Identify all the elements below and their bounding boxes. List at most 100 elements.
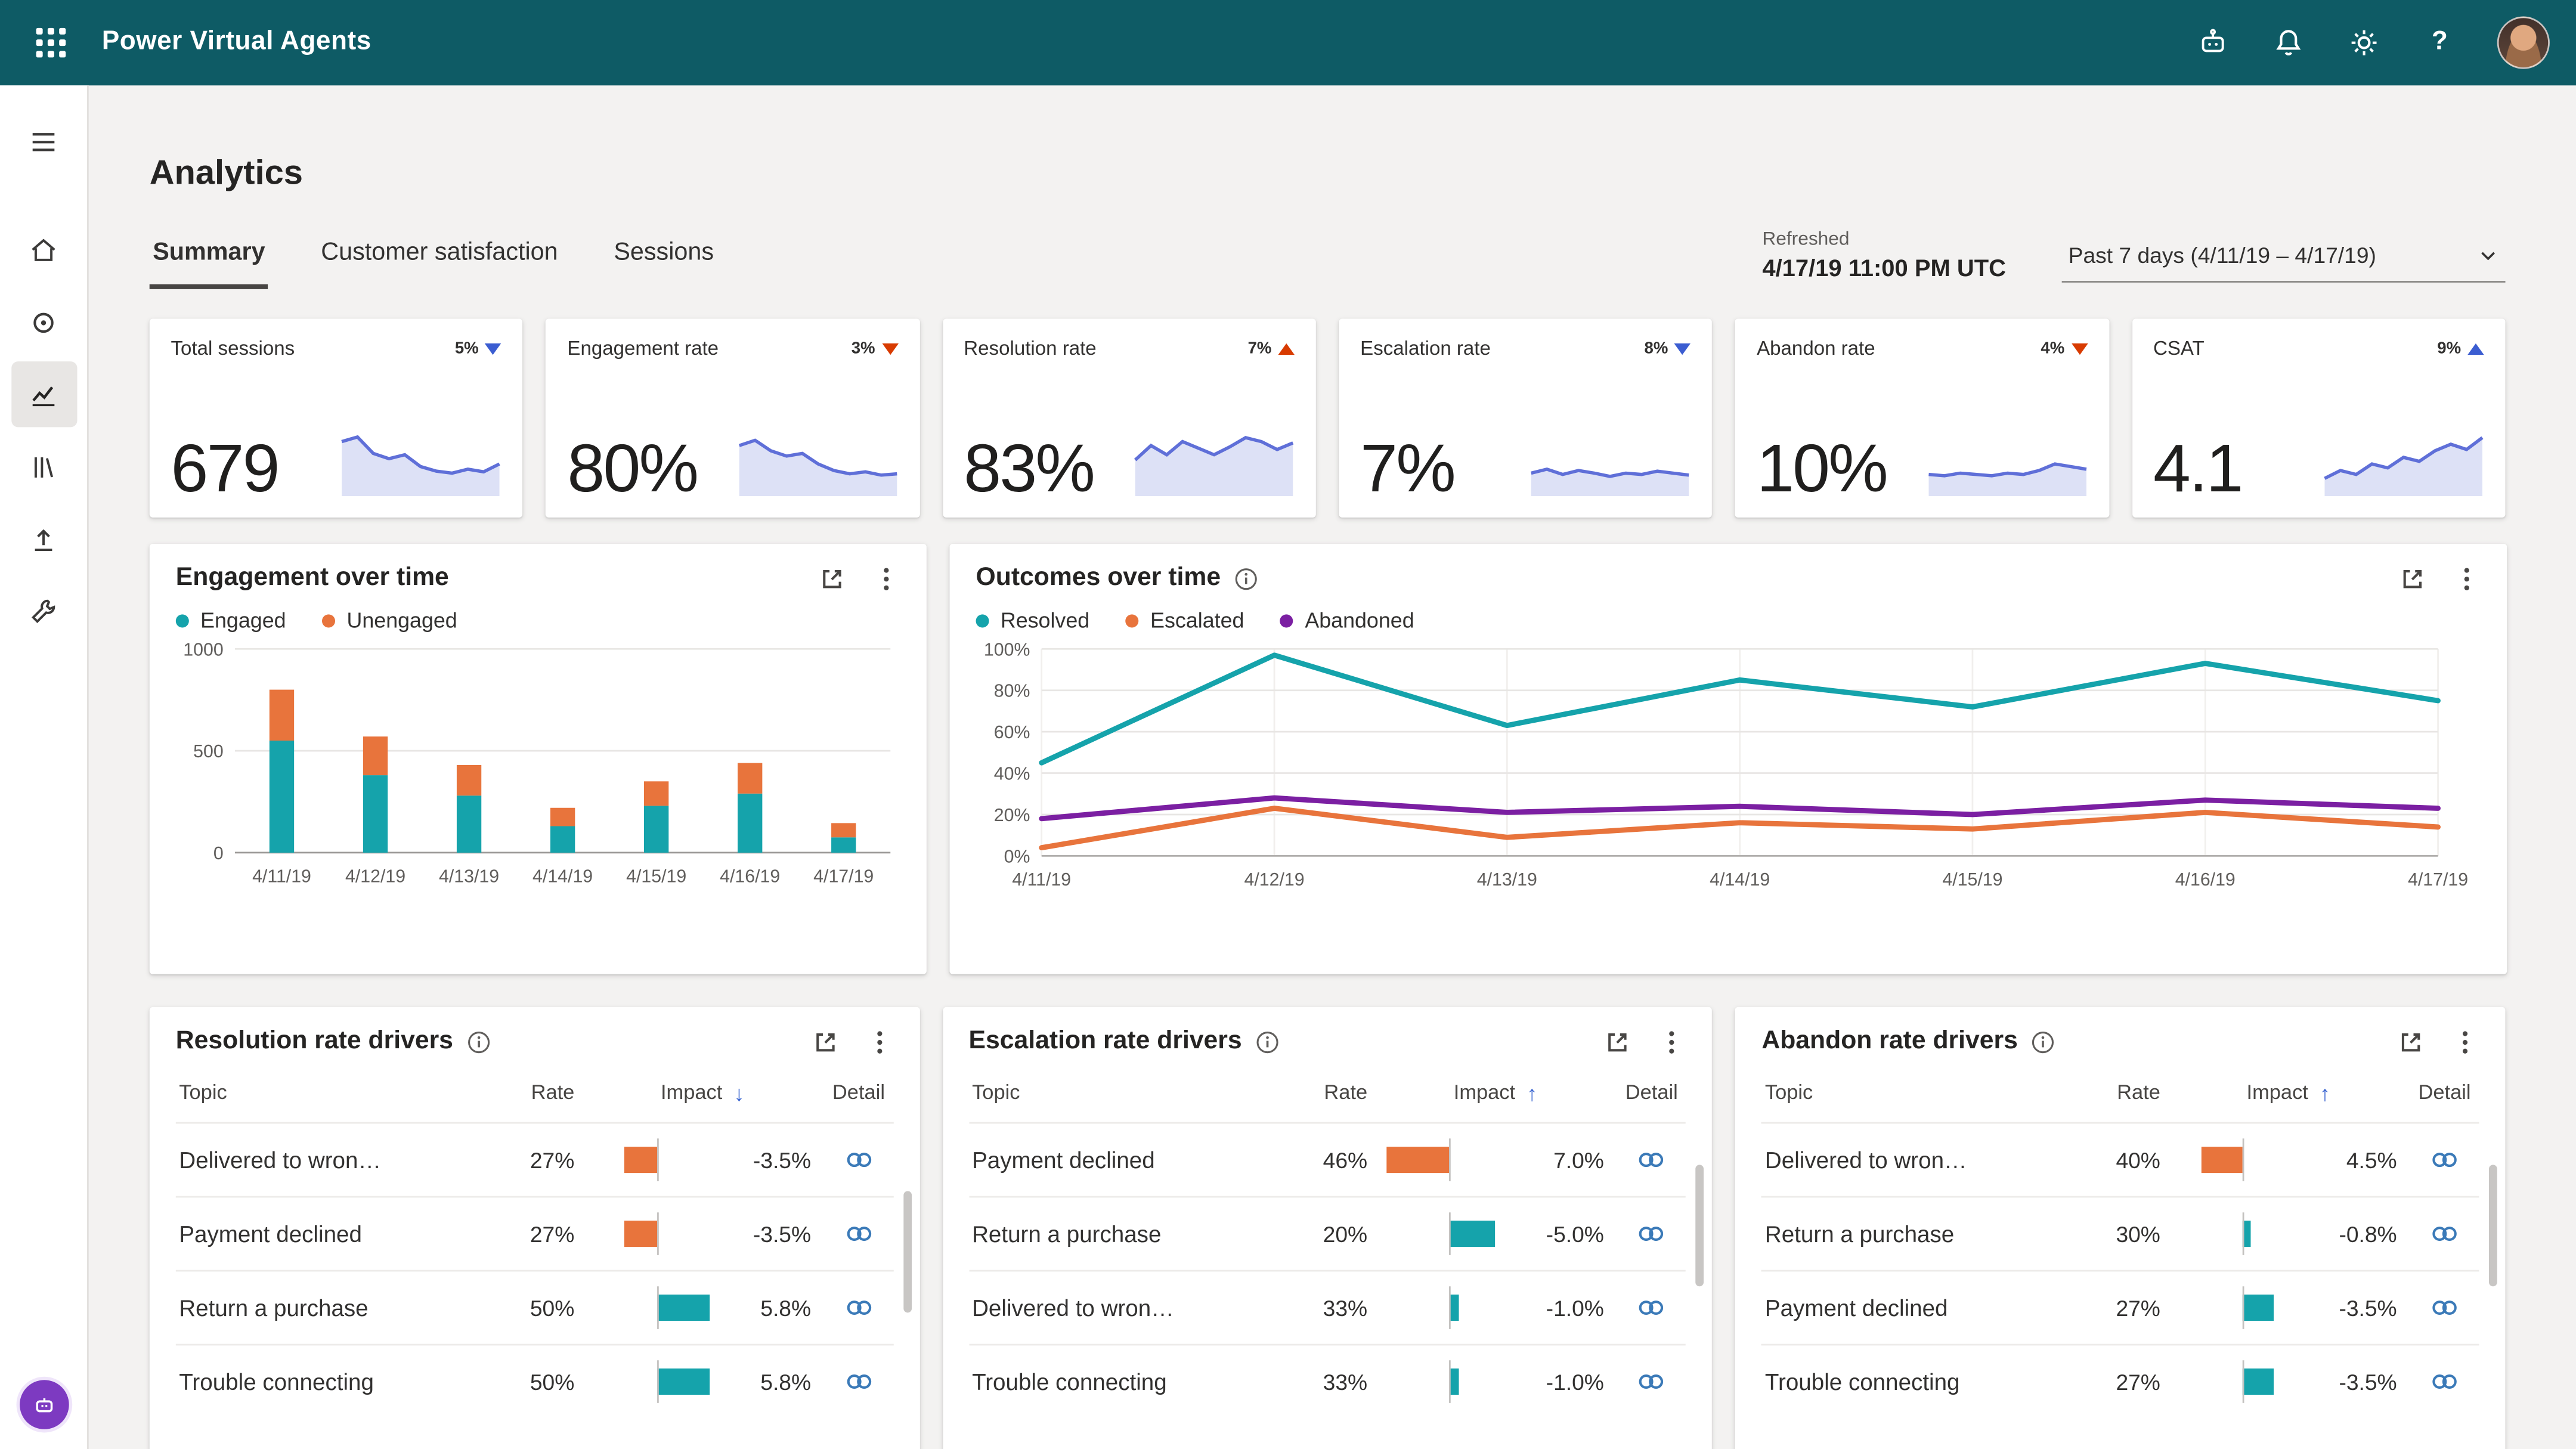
detail-link-icon[interactable] — [824, 1144, 893, 1176]
more-options-kebab-icon[interactable] — [2453, 565, 2481, 593]
impact-bar — [1374, 1137, 1525, 1183]
scrollbar-thumb[interactable] — [2489, 1165, 2497, 1287]
outcomes-line-chart: 4/11/194/12/194/13/194/14/194/15/194/16/… — [976, 636, 2481, 908]
detail-link-icon[interactable] — [824, 1218, 893, 1250]
menu-toggle-icon[interactable] — [11, 109, 76, 174]
sidebar-item-chatbot[interactable] — [11, 289, 76, 355]
app-launcher-icon[interactable] — [26, 18, 76, 67]
kpi-abandon-rate: Abandon rate 4% 10% — [1735, 319, 2109, 518]
user-avatar[interactable] — [2497, 17, 2550, 69]
engagement-over-time-card: Engagement over time Engaged Uneng — [150, 544, 927, 974]
svg-text:60%: 60% — [994, 723, 1030, 742]
detail-link-icon[interactable] — [824, 1292, 893, 1324]
drivers-table: Topic Rate Impact↑ Detail Delivered to w… — [1761, 1063, 2479, 1418]
impact-bar — [581, 1285, 732, 1331]
kpi-label: Total sessions — [171, 337, 295, 360]
card-title: Resolution rate drivers — [176, 1027, 453, 1057]
info-icon[interactable] — [466, 1029, 491, 1054]
impact-bar — [1374, 1211, 1525, 1257]
info-icon[interactable] — [2031, 1029, 2055, 1054]
popout-icon[interactable] — [811, 1027, 839, 1055]
sidebar-item-analytics[interactable] — [11, 361, 76, 427]
detail-link-icon[interactable] — [2410, 1366, 2479, 1398]
svg-text:4/15/19: 4/15/19 — [1942, 870, 2002, 890]
kpi-label: Abandon rate — [1757, 337, 1875, 360]
detail-link-icon[interactable] — [1617, 1366, 1686, 1398]
tab-bar: Summary Customer satisfaction Sessions — [150, 232, 717, 289]
detail-link-icon[interactable] — [2410, 1144, 2479, 1176]
date-range-value: Past 7 days (4/11/19 – 4/17/19) — [2069, 243, 2376, 268]
detail-link-icon[interactable] — [1617, 1292, 1686, 1324]
kpi-sparkline — [340, 417, 501, 500]
tab-sessions[interactable]: Sessions — [611, 232, 717, 289]
column-header-rate: Rate — [2082, 1081, 2167, 1104]
popout-icon[interactable] — [818, 565, 846, 593]
table-row: Payment declined27% -3.5% — [176, 1196, 893, 1270]
popout-icon[interactable] — [2397, 1027, 2425, 1055]
scrollbar-thumb[interactable] — [1696, 1165, 1704, 1287]
more-options-kebab-icon[interactable] — [2451, 1027, 2479, 1055]
svg-text:4/13/19: 4/13/19 — [1477, 870, 1537, 890]
impact-bar — [1374, 1285, 1525, 1331]
test-bot-icon[interactable] — [2195, 24, 2231, 61]
detail-link-icon[interactable] — [2410, 1218, 2479, 1250]
more-options-kebab-icon[interactable] — [1658, 1027, 1686, 1055]
resolution-rate-drivers-card: Resolution rate drivers — [150, 1007, 919, 1449]
popout-icon[interactable] — [2398, 565, 2426, 593]
sidebar-item-manage-wrench[interactable] — [11, 578, 76, 644]
scrollbar-thumb[interactable] — [903, 1191, 911, 1313]
impact-bar — [1374, 1359, 1525, 1405]
kpi-sparkline — [1134, 417, 1295, 500]
sort-arrow-icon: ↑ — [1527, 1080, 1537, 1105]
sidebar-item-publish[interactable] — [11, 506, 76, 572]
impact-bar — [581, 1211, 732, 1257]
svg-text:80%: 80% — [994, 682, 1030, 701]
sort-arrow-icon: ↑ — [2320, 1080, 2330, 1105]
legend-resolved: Resolved — [976, 608, 1090, 633]
detail-link-icon[interactable] — [2410, 1292, 2479, 1324]
kpi-value: 10% — [1757, 435, 1887, 503]
table-row: Return a purchase30% -0.8% — [1761, 1196, 2479, 1270]
svg-text:1000: 1000 — [183, 640, 223, 660]
svg-text:4/11/19: 4/11/19 — [252, 867, 311, 887]
more-options-kebab-icon[interactable] — [865, 1027, 893, 1055]
svg-text:20%: 20% — [994, 806, 1030, 825]
detail-link-icon[interactable] — [1617, 1218, 1686, 1250]
column-header-impact[interactable]: Impact↑ — [1374, 1080, 1617, 1105]
legend-dot — [322, 614, 335, 627]
card-title: Outcomes over time — [976, 564, 1221, 593]
detail-link-icon[interactable] — [1617, 1144, 1686, 1176]
svg-text:500: 500 — [193, 742, 224, 761]
tab-summary[interactable]: Summary — [150, 232, 268, 289]
app-window: Power Virtual Agents — [0, 0, 2576, 1449]
kpi-label: Engagement rate — [567, 337, 719, 360]
table-row: Delivered to wron…33% -1.0% — [969, 1270, 1686, 1344]
more-options-kebab-icon[interactable] — [872, 565, 900, 593]
info-icon[interactable] — [1234, 566, 1258, 590]
notifications-bell-icon[interactable] — [2271, 24, 2307, 61]
refreshed-time: 4/17/19 11:00 PM UTC — [1762, 256, 2006, 283]
detail-link-icon[interactable] — [824, 1366, 893, 1398]
table-row: Payment declined27% -3.5% — [1761, 1270, 2479, 1344]
column-header-impact[interactable]: Impact↑ — [2167, 1080, 2410, 1105]
legend-unengaged: Unengaged — [322, 608, 457, 633]
column-header-impact[interactable]: Impact↓ — [581, 1080, 824, 1105]
table-row: Return a purchase20% -5.0% — [969, 1196, 1686, 1270]
info-icon[interactable] — [1255, 1029, 1280, 1054]
impact-bar — [581, 1137, 732, 1183]
date-range-dropdown[interactable]: Past 7 days (4/11/19 – 4/17/19) — [2062, 233, 2506, 283]
escalation-rate-drivers-card: Escalation rate drivers — [942, 1007, 1712, 1449]
help-icon[interactable]: ? — [2422, 24, 2458, 61]
sidebar-item-home[interactable] — [11, 217, 76, 283]
chevron-down-icon — [2478, 245, 2499, 267]
settings-gear-icon[interactable] — [2346, 24, 2382, 61]
popout-icon[interactable] — [1604, 1027, 1632, 1055]
bot-avatar-badge[interactable] — [19, 1380, 69, 1429]
svg-text:4/13/19: 4/13/19 — [439, 867, 499, 887]
drivers-table: Topic Rate Impact↑ Detail Payment declin… — [969, 1063, 1686, 1418]
sidebar — [0, 85, 89, 1449]
svg-text:4/11/19: 4/11/19 — [1012, 870, 1071, 890]
column-header-topic: Topic — [1761, 1081, 2081, 1104]
tab-customer-satisfaction[interactable]: Customer satisfaction — [318, 232, 561, 289]
sidebar-item-library[interactable] — [11, 434, 76, 499]
